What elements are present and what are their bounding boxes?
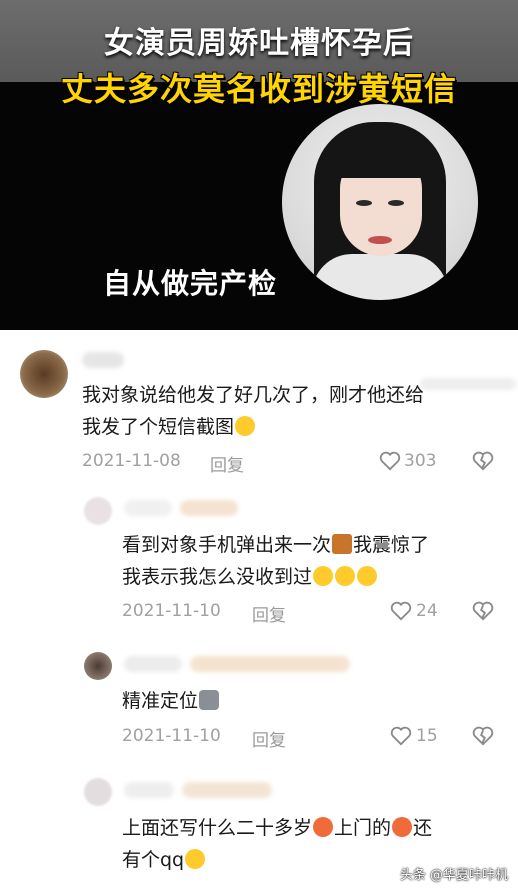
source-watermark: 头条 @华夏咔咔机: [399, 868, 508, 883]
like-count: 303: [404, 451, 437, 471]
comment-text-fragment: 看到对象手机弹出来一次: [122, 534, 332, 556]
comment-date: 2021-11-10: [122, 726, 221, 746]
comment-text-fragment: 上面还写什么二十多岁: [122, 817, 313, 839]
dislike-broken-heart-icon[interactable]: [472, 450, 494, 472]
comment-text-fragment: 精准定位: [122, 690, 199, 712]
like-count: 15: [416, 726, 438, 746]
comment-avatar[interactable]: [84, 652, 112, 680]
comment-avatar[interactable]: [20, 350, 68, 398]
comment-text-line: 精准定位: [122, 686, 220, 716]
dislike-broken-heart-icon[interactable]: [472, 600, 494, 622]
laughing-tears-emoji: [185, 848, 206, 869]
comment-date: 2021-11-10: [122, 601, 221, 621]
comment-username-blurred[interactable]: [182, 782, 272, 798]
speaker-portrait: [282, 104, 478, 300]
comment-blurred-overlay: [420, 378, 516, 390]
reply-button[interactable]: 回复: [252, 601, 286, 626]
dislike-broken-heart-icon[interactable]: [472, 725, 494, 747]
comment-username-blurred[interactable]: [190, 656, 350, 672]
comment-avatar[interactable]: [84, 778, 112, 806]
comment-username-blurred[interactable]: [82, 352, 124, 368]
like-heart-icon[interactable]: [390, 601, 412, 621]
shouting-face-emoji: [392, 816, 413, 837]
comment-text-line: 上面还写什么二十多岁 上门的还: [122, 813, 432, 843]
video-caption: 自从做完产检: [103, 267, 278, 300]
comment-text-fragment: 我发了个短信截图: [82, 416, 235, 438]
comment-text-line: 我表示我怎么没收到过: [122, 562, 378, 592]
comment-username-blurred[interactable]: [124, 782, 174, 798]
comment-date: 2021-11-08: [82, 451, 181, 471]
comment-text-fragment: 我表示我怎么没收到过: [122, 566, 313, 588]
like-heart-icon[interactable]: [379, 451, 401, 471]
comment-text-line: 我发了个短信截图: [82, 412, 256, 442]
reply-button[interactable]: 回复: [210, 451, 244, 476]
portrait-eye: [356, 200, 372, 206]
like-heart-icon[interactable]: [390, 726, 412, 746]
headline-line-2: 丈夫多次莫名收到涉黄短信: [60, 70, 457, 108]
reply-button[interactable]: 回复: [252, 726, 286, 751]
portrait-lips: [368, 236, 392, 244]
comment-text-fragment: 有个qq: [122, 849, 185, 871]
laughing-tears-emoji: [235, 415, 256, 436]
headline-line-1: 女演员周娇吐槽怀孕后: [104, 26, 414, 61]
comment-text-fragment: 上门的: [334, 817, 392, 839]
shouting-face-emoji: [313, 816, 334, 837]
comment-text-line: 看到对象手机弹出来一次 我震惊了: [122, 530, 429, 560]
like-count: 24: [416, 601, 438, 621]
portrait-eye: [388, 200, 404, 206]
comment-username-blurred[interactable]: [124, 656, 182, 672]
laughing-tears-emoji: [313, 565, 334, 586]
comment-username-blurred[interactable]: [180, 500, 238, 516]
comment-username-blurred[interactable]: [124, 500, 172, 516]
dog-face-emoji: [199, 689, 220, 710]
comment-text-line: 有个qq: [122, 845, 206, 875]
comment-text-fragment: 还: [413, 817, 433, 839]
portrait-body: [312, 254, 448, 300]
comment-avatar[interactable]: [84, 497, 112, 525]
comment-text-line: 我对象说给他发了好几次了，刚才他还给: [82, 384, 425, 406]
laughing-tears-emoji: [357, 565, 378, 586]
comment-text-fragment: 我震惊了: [353, 534, 430, 556]
picture-emoji: [332, 533, 353, 554]
laughing-tears-emoji: [335, 565, 356, 586]
